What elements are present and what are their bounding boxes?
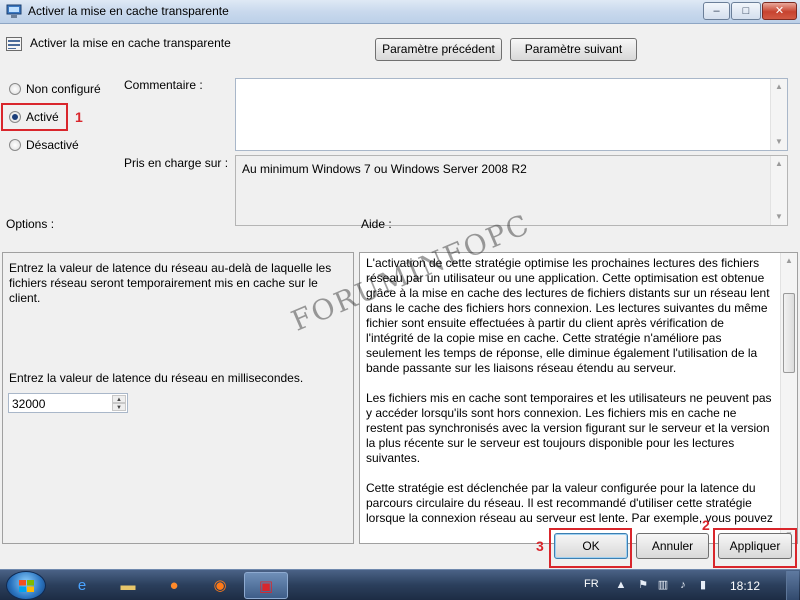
help-scrollbar[interactable]: ▲ ▼ [780,253,797,543]
volume-icon[interactable]: ♪ [676,578,690,592]
close-button[interactable]: ✕ [762,2,797,20]
help-pane: L'activation de cette stratégie optimise… [359,252,798,544]
action-center-flag-icon[interactable]: ⚑ [636,578,650,592]
help-label: Aide : [361,217,392,231]
comment-label: Commentaire : [124,78,203,92]
scroll-up-icon[interactable]: ▲ [771,156,787,172]
language-indicator[interactable]: FR [584,578,599,590]
title-bar: Activer la mise en cache transparente – … [0,0,800,24]
show-desktop-button[interactable] [786,571,799,600]
radio-indicator[interactable] [9,83,21,95]
setting-title: Activer la mise en cache transparente [30,36,231,50]
supported-on-value: Au minimum Windows 7 ou Windows Server 2… [242,162,527,176]
next-setting-button[interactable]: Paramètre suivant [510,38,637,61]
scroll-down-icon[interactable]: ▼ [771,134,787,150]
supported-on-label: Pris en charge sur : [124,156,229,170]
scroll-up-icon[interactable]: ▲ [781,253,797,269]
highlight-enabled [1,103,68,131]
highlight-apply [713,528,797,568]
stepper-down-icon[interactable]: ▼ [112,403,126,411]
support-scrollbar[interactable]: ▲ ▼ [770,156,787,225]
highlight-ok [549,528,632,568]
help-text: L'activation de cette stratégie optimise… [366,256,774,541]
policy-dialog: Activer la mise en cache transparente Pa… [0,24,800,569]
taskbar: e ▬ ● ◉ ▣ FR ▲ ⚑ ▥ ♪ ▮ 18:12 [0,569,800,600]
radio-label: Non configuré [26,82,101,96]
radio-label: Désactivé [26,138,79,152]
latency-label: Entrez la valeur de latence du réseau en… [9,371,304,385]
policy-setting-icon [6,37,22,51]
scroll-up-icon[interactable]: ▲ [771,79,787,95]
window-title: Activer la mise en cache transparente [28,4,229,18]
radio-indicator[interactable] [9,139,21,151]
power-icon[interactable]: ▮ [696,578,710,592]
network-icon[interactable]: ▥ [656,578,670,592]
show-hidden-icons-icon[interactable]: ▲ [614,578,628,592]
firefox-icon[interactable]: ● [152,572,196,599]
windows-logo-icon [19,580,34,592]
policy-window-icon [6,4,22,18]
stepper-up-icon[interactable]: ▲ [112,395,126,403]
help-paragraph: Les fichiers mis en cache sont temporair… [366,391,772,465]
scroll-down-icon[interactable]: ▼ [771,209,787,225]
step-marker-1: 1 [75,109,83,125]
maximize-button[interactable]: □ [731,2,761,20]
comment-scrollbar[interactable]: ▲ ▼ [770,79,787,150]
start-button[interactable] [6,571,46,600]
minimize-button[interactable]: – [703,2,730,20]
options-label: Options : [6,217,55,231]
options-pane: Entrez la valeur de latence du réseau au… [2,252,354,544]
policy-editor-icon[interactable]: ▣ [244,572,288,599]
latency-stepper[interactable]: 32000 ▲ ▼ [8,393,128,413]
step-marker-3: 3 [536,538,544,554]
comment-field[interactable]: ▲ ▼ [235,78,788,151]
explorer-folder-icon[interactable]: ▬ [106,572,150,599]
help-paragraph: Cette stratégie est déclenchée par la va… [366,481,773,525]
cancel-button[interactable]: Annuler [636,533,709,559]
latency-value[interactable]: 32000 [12,397,45,411]
internet-explorer-icon[interactable]: e [60,572,104,599]
options-description: Entrez la valeur de latence du réseau au… [9,261,332,305]
stepper-arrows[interactable]: ▲ ▼ [112,395,126,411]
step-marker-2: 2 [702,517,710,533]
previous-setting-button[interactable]: Paramètre précédent [375,38,502,61]
media-player-icon[interactable]: ◉ [198,572,242,599]
clock[interactable]: 18:12 [730,579,760,593]
scroll-thumb[interactable] [783,293,795,373]
